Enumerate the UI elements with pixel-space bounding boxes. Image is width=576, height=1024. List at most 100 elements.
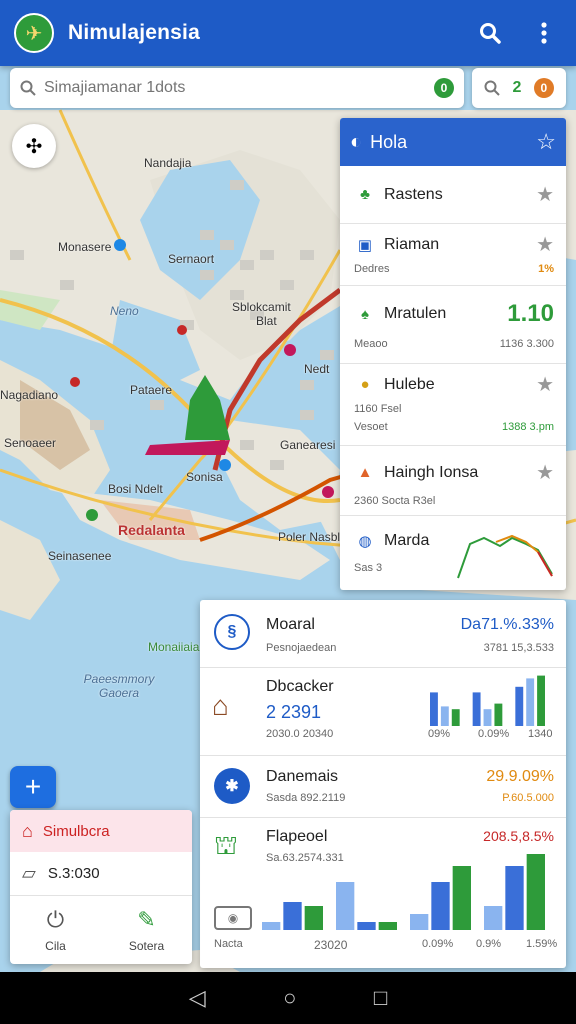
bar [452, 866, 471, 930]
check-circle-icon: ◐ [350, 130, 363, 153]
add-button[interactable]: + [10, 766, 56, 808]
list-item[interactable]: ● Hulebe ★ 1160 Fsel Vesoet 1388 3.pm [340, 364, 566, 446]
forest-icon: ♠ [361, 305, 369, 323]
stat-value: 208.5,8.5% [483, 828, 554, 844]
stat-row[interactable]: § Moaral Pesnojaedean Da71.%.33% 3781 15… [200, 600, 566, 668]
map-label: Sblokcamit [232, 300, 291, 314]
compass-icon[interactable]: ✣ [12, 124, 56, 168]
map-label: Bosi Ndelt [108, 482, 163, 496]
panel-title: Hola [370, 131, 408, 152]
search-input[interactable] [44, 79, 434, 97]
stat-title: Flapeoel [266, 828, 328, 845]
map-label: Monasere [58, 240, 112, 254]
secondary-badge: 0 [533, 78, 554, 98]
list-item[interactable]: ▲ Haingh Ionsa ★ 2360 Socta R3el [340, 446, 566, 516]
map-label: Paeesmmory Gaoera [83, 672, 155, 700]
back-icon[interactable]: ◁ [189, 985, 206, 1011]
foot-value: 23020 [314, 938, 348, 952]
stat-value: 2 2391 [266, 702, 322, 722]
item-sub: 1160 Fsel [354, 403, 402, 415]
action-label: Sotera [128, 939, 165, 953]
map-label: Nandajia [144, 156, 192, 170]
stat-row[interactable]: ✱ Danemais Sasda 892.2119 29.9.09% P.60.… [200, 756, 566, 818]
map-label: Nedt [304, 362, 330, 376]
map-label: Poler Nasbl [278, 530, 341, 544]
tent-icon: ▲ [357, 464, 373, 481]
stat-value: Da71.%.33% [460, 616, 554, 633]
card-actions: ⏻ Cila ✎ Sotera [10, 896, 192, 964]
bar [526, 678, 535, 726]
map-label: Redalanta [118, 522, 185, 538]
map-label: Seinasenee [48, 549, 112, 563]
coin-icon: ● [360, 376, 370, 393]
system-nav-bar: ◁ ○ □ [0, 972, 576, 1024]
star-icon[interactable]: ★ [536, 372, 554, 397]
badge-icon: ✱ [214, 768, 250, 804]
bar-label: 0.9% [476, 938, 502, 950]
map-label: Blat [256, 314, 277, 328]
bar-label: 1.59% [526, 938, 558, 950]
star-icon[interactable]: ☆ [536, 129, 556, 155]
item-sub2: Vesoet [354, 421, 388, 433]
list-item[interactable]: ◍ Marda Sas 3 [340, 516, 566, 590]
edit-icon: ✎ [137, 907, 156, 932]
item-sub: Sas 3 [354, 562, 383, 574]
list-item[interactable]: ♣ Rastens ★ [340, 166, 566, 224]
action-button[interactable]: ✎ Sotera [101, 896, 192, 964]
stat-title: Danemais [266, 768, 339, 785]
stat-sub-value: P.60.5.000 [502, 792, 554, 804]
item-name: Rastens [384, 185, 443, 203]
map-label: Neno [110, 304, 139, 318]
photo-icon: ◉ [214, 906, 252, 930]
star-icon[interactable]: ★ [536, 182, 554, 207]
stat-row[interactable]: ⛫ Flapeoel Sa.63.2574.331 208.5,8.5% ◉ N… [200, 818, 566, 968]
power-icon: ⏻ [46, 907, 65, 932]
bar [262, 922, 281, 930]
star-icon[interactable]: ★ [536, 460, 554, 485]
search-bar[interactable]: 0 [10, 68, 464, 108]
stat-row[interactable]: ⌂ Dbcacker 2 2391 2030.0 20340 09% 0.09%… [200, 668, 566, 756]
bar [515, 686, 524, 726]
list-item[interactable]: ♠ Mratulen 1.10 Meaoo 1136 3.300 [340, 286, 566, 364]
home-circle-icon[interactable]: ○ [283, 985, 296, 1011]
bar [537, 675, 545, 726]
list-item[interactable]: ▣ Riaman ★ Dedres 1% [340, 224, 566, 286]
bar [494, 703, 503, 726]
recents-icon[interactable]: □ [374, 985, 387, 1011]
action-button[interactable]: ⏻ Cila [10, 896, 101, 964]
secondary-search[interactable]: 2 0 [472, 68, 566, 108]
bar [431, 882, 450, 930]
info-icon: § [214, 614, 250, 650]
item-name: Hulebe [384, 375, 435, 393]
item-name: Haingh Ionsa [384, 463, 479, 481]
item-name: Mratulen [384, 305, 447, 322]
map-label: Senoaeer [4, 436, 57, 450]
building-icon: ▣ [357, 236, 373, 254]
stat-title: Dbcacker [266, 678, 334, 695]
card-header[interactable]: ⌂ Simulbcra [10, 810, 192, 852]
stat-sub: Pesnojaedean [266, 642, 337, 654]
item-value: 1% [538, 263, 554, 275]
map-label: Sonisa [186, 470, 223, 484]
bar [283, 902, 302, 930]
bar [378, 922, 397, 930]
item-sub-value: 1136 3.300 [499, 338, 554, 350]
bar [304, 906, 323, 930]
card-value: S.3:030 [47, 865, 100, 882]
more-vert-icon[interactable] [526, 15, 562, 51]
temple-icon: ⛫ [214, 830, 238, 860]
bar [357, 922, 376, 930]
bar [526, 854, 545, 930]
item-sub: Meaoo [354, 338, 388, 350]
stats-card: § Moaral Pesnojaedean Da71.%.33% 3781 15… [200, 600, 566, 968]
map-label: Pataere [130, 383, 173, 397]
stat-sub: 2030.0 20340 [266, 728, 334, 740]
star-icon[interactable]: ★ [536, 232, 554, 257]
bar [440, 706, 449, 726]
search-icon[interactable] [472, 15, 508, 51]
tag-icon: ▱ [22, 863, 36, 883]
bar-label: 09% [428, 728, 451, 740]
app-logo-icon[interactable]: ✈ [14, 13, 54, 53]
bar-label: 0.09% [422, 938, 454, 950]
card-row[interactable]: ▱ S.3:030 [10, 852, 192, 896]
